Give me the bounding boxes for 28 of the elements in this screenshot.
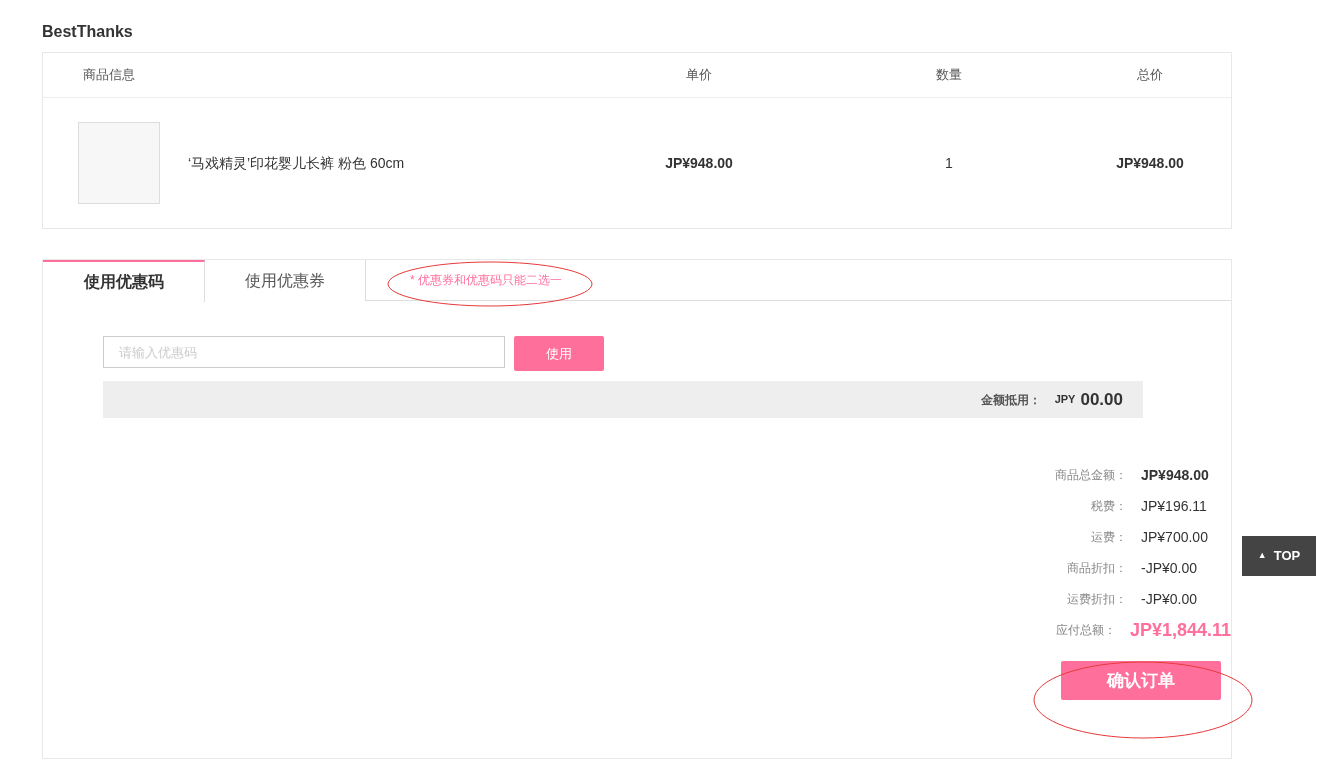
total-price: JP¥948.00 [1116, 153, 1184, 173]
summary-value: -JP¥0.00 [1141, 558, 1198, 578]
tab[interactable]: 使用优惠券 [205, 260, 366, 301]
summary-value: JP¥1,844.11 [1129, 618, 1231, 642]
summary-label: 应付总额： [1054, 622, 1117, 639]
summary-label: 运费折扣： [1066, 591, 1128, 608]
discount-label: 金额抵用： [980, 391, 1041, 409]
summary-label: 税费： [1090, 498, 1128, 515]
unit-price: JP¥948.00 [665, 153, 733, 173]
summary-label: 商品折扣： [1066, 560, 1128, 577]
back-to-top-button[interactable]: ▲ TOP [1242, 536, 1316, 576]
column-header: 单价 [686, 66, 712, 85]
summary-label: 商品总金额： [1054, 467, 1128, 484]
summary-value: JP¥196.11 [1141, 496, 1207, 516]
summary-value: JP¥700.00 [1141, 527, 1208, 547]
discount-amount: 00.00 [1080, 388, 1123, 411]
shop-name: BestThanks [42, 22, 133, 42]
coupon-hint: * 优惠券和优惠码只能二选一 [410, 272, 562, 289]
summary-label: 运费： [1090, 529, 1128, 546]
summary-value: -JP¥0.00 [1141, 589, 1198, 609]
column-header: 商品信息 [83, 67, 135, 83]
summary-value: JP¥948.00 [1141, 465, 1209, 485]
discount-currency: JPY [1054, 392, 1076, 408]
quantity: 1 [945, 153, 953, 173]
tab[interactable]: 使用优惠码 [43, 260, 205, 302]
column-header: 数量 [936, 66, 962, 85]
column-header: 总价 [1137, 66, 1163, 85]
product-name[interactable]: ‘马戏精灵’印花婴儿长裤 粉色 60cm [188, 152, 405, 174]
